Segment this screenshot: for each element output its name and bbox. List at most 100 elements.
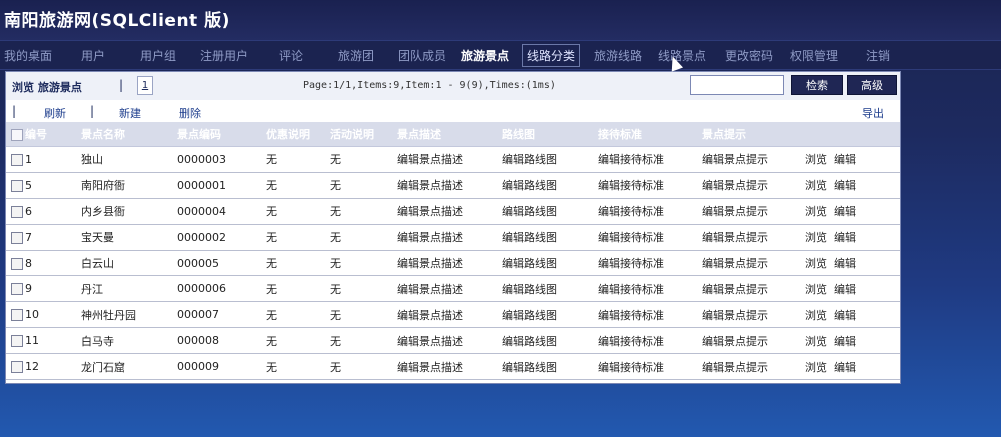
view-link[interactable]: 浏览	[805, 283, 827, 296]
column-header-description[interactable]: 景点描述	[392, 122, 497, 147]
nav-item-scenic-spots[interactable]: 旅游景点	[461, 47, 509, 64]
new-link[interactable]: 新建	[119, 105, 141, 121]
edit-description-link[interactable]: 编辑景点描述	[392, 353, 497, 381]
row-checkbox[interactable]	[11, 153, 23, 166]
nav-item-permissions[interactable]: 权限管理	[790, 47, 838, 64]
column-header-activity[interactable]: 活动说明	[325, 122, 392, 147]
edit-tip-link[interactable]: 编辑景点提示	[697, 146, 800, 173]
edit-link[interactable]: 编辑	[834, 153, 856, 166]
view-link[interactable]: 浏览	[805, 205, 827, 218]
edit-link[interactable]: 编辑	[834, 205, 856, 218]
row-checkbox[interactable]	[11, 309, 23, 322]
edit-standard-link[interactable]: 编辑接待标准	[593, 327, 697, 355]
nav-item-register-users[interactable]: 注册用户	[200, 47, 248, 64]
action-bar: | 刷新 | 新建 删除 导出	[6, 100, 900, 122]
edit-tip-link[interactable]: 编辑景点提示	[697, 172, 800, 199]
edit-tip-link[interactable]: 编辑景点提示	[697, 327, 800, 355]
nav-item-users[interactable]: 用户	[81, 47, 105, 64]
view-link[interactable]: 浏览	[805, 309, 827, 322]
row-checkbox[interactable]	[11, 335, 23, 348]
nav-item-route-spots[interactable]: 线路景点	[658, 47, 706, 64]
edit-description-link[interactable]: 编辑景点描述	[392, 146, 497, 173]
edit-description-link[interactable]: 编辑景点描述	[392, 172, 497, 199]
edit-description-link[interactable]: 编辑景点描述	[392, 224, 497, 251]
column-header-route-map[interactable]: 路线图	[497, 122, 593, 147]
edit-standard-link[interactable]: 编辑接待标准	[593, 198, 697, 225]
edit-link[interactable]: 编辑	[834, 283, 856, 296]
nav-item-tour-routes[interactable]: 旅游线路	[594, 47, 642, 64]
search-input[interactable]	[690, 75, 784, 95]
column-header-name[interactable]: 景点名称	[76, 122, 172, 147]
export-link[interactable]: 导出	[862, 105, 884, 121]
edit-route-map-link[interactable]: 编辑路线图	[497, 250, 593, 277]
row-checkbox[interactable]	[11, 361, 23, 374]
select-all-checkbox[interactable]	[11, 129, 23, 141]
row-checkbox[interactable]	[11, 179, 23, 192]
refresh-link[interactable]: 刷新	[44, 105, 66, 121]
view-link[interactable]: 浏览	[805, 361, 827, 374]
edit-link[interactable]: 编辑	[834, 257, 856, 270]
edit-link[interactable]: 编辑	[834, 231, 856, 244]
row-checkbox[interactable]	[11, 283, 23, 296]
view-link[interactable]: 浏览	[805, 179, 827, 192]
edit-route-map-link[interactable]: 编辑路线图	[497, 224, 593, 251]
delete-link[interactable]: 删除	[179, 105, 201, 121]
edit-route-map-link[interactable]: 编辑路线图	[497, 301, 593, 329]
view-link[interactable]: 浏览	[805, 257, 827, 270]
page-info: Page:1/1,Items:9,Item:1 - 9(9),Times:(1m…	[303, 80, 556, 91]
nav-item-change-password[interactable]: 更改密码	[725, 47, 773, 64]
nav-item-route-categories[interactable]: 线路分类	[522, 44, 581, 67]
column-header-standard[interactable]: 接待标准	[593, 122, 697, 147]
nav-item-tour-groups[interactable]: 旅游团	[338, 47, 374, 64]
edit-tip-link[interactable]: 编辑景点提示	[697, 224, 800, 251]
edit-description-link[interactable]: 编辑景点描述	[392, 250, 497, 277]
edit-standard-link[interactable]: 编辑接待标准	[593, 224, 697, 251]
edit-route-map-link[interactable]: 编辑路线图	[497, 146, 593, 173]
edit-route-map-link[interactable]: 编辑路线图	[497, 327, 593, 355]
column-header-code[interactable]: 景点编码	[172, 122, 261, 147]
row-checkbox[interactable]	[11, 231, 23, 244]
edit-route-map-link[interactable]: 编辑路线图	[497, 353, 593, 381]
column-header-tip[interactable]: 景点提示	[697, 122, 800, 147]
row-checkbox[interactable]	[11, 205, 23, 218]
nav-item-comments[interactable]: 评论	[279, 47, 303, 64]
page-number-link[interactable]: 1	[137, 76, 153, 95]
edit-description-link[interactable]: 编辑景点描述	[392, 275, 497, 303]
edit-route-map-link[interactable]: 编辑路线图	[497, 172, 593, 199]
edit-link[interactable]: 编辑	[834, 309, 856, 322]
nav-item-team-members[interactable]: 团队成员	[398, 47, 446, 64]
edit-standard-link[interactable]: 编辑接待标准	[593, 353, 697, 381]
edit-route-map-link[interactable]: 编辑路线图	[497, 198, 593, 225]
edit-tip-link[interactable]: 编辑景点提示	[697, 198, 800, 225]
edit-standard-link[interactable]: 编辑接待标准	[593, 301, 697, 329]
nav-item-logout[interactable]: 注销	[866, 47, 890, 64]
row-id: 8	[25, 256, 32, 270]
edit-tip-link[interactable]: 编辑景点提示	[697, 353, 800, 381]
spot-code: 0000004	[172, 198, 261, 225]
search-button[interactable]: 检索	[791, 75, 843, 95]
table-row: 6 内乡县衙 0000004 无 无 编辑景点描述 编辑路线图 编辑接待标准 编…	[6, 198, 900, 225]
nav-item-user-groups[interactable]: 用户组	[140, 47, 176, 64]
row-checkbox[interactable]	[11, 257, 23, 270]
edit-link[interactable]: 编辑	[834, 179, 856, 192]
edit-link[interactable]: 编辑	[834, 361, 856, 374]
nav-item-desktop[interactable]: 我的桌面	[4, 47, 52, 64]
edit-description-link[interactable]: 编辑景点描述	[392, 327, 497, 355]
column-header-id[interactable]: 编号	[6, 122, 76, 147]
view-link[interactable]: 浏览	[805, 231, 827, 244]
advanced-search-button[interactable]: 高级	[847, 75, 897, 95]
edit-tip-link[interactable]: 编辑景点提示	[697, 275, 800, 303]
view-link[interactable]: 浏览	[805, 335, 827, 348]
edit-tip-link[interactable]: 编辑景点提示	[697, 301, 800, 329]
edit-description-link[interactable]: 编辑景点描述	[392, 301, 497, 329]
edit-standard-link[interactable]: 编辑接待标准	[593, 172, 697, 199]
edit-standard-link[interactable]: 编辑接待标准	[593, 146, 697, 173]
edit-standard-link[interactable]: 编辑接待标准	[593, 275, 697, 303]
edit-tip-link[interactable]: 编辑景点提示	[697, 250, 800, 277]
edit-standard-link[interactable]: 编辑接待标准	[593, 250, 697, 277]
column-header-discount[interactable]: 优惠说明	[261, 122, 325, 147]
edit-route-map-link[interactable]: 编辑路线图	[497, 275, 593, 303]
edit-link[interactable]: 编辑	[834, 335, 856, 348]
view-link[interactable]: 浏览	[805, 153, 827, 166]
edit-description-link[interactable]: 编辑景点描述	[392, 198, 497, 225]
